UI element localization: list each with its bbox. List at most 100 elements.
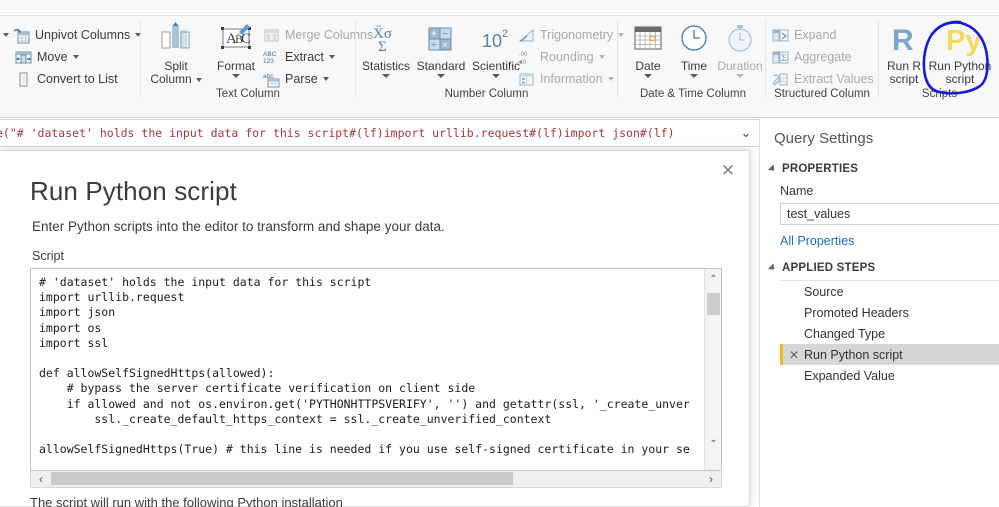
time-caret[interactable] bbox=[690, 74, 698, 78]
formula-bar-expand-chevron-icon[interactable]: ⌄ bbox=[733, 125, 759, 141]
unpivot-columns-button[interactable]: Unpivot Columns bbox=[0, 24, 144, 46]
applied-step-row-changed-type[interactable]: ✕ Changed Type bbox=[780, 323, 999, 344]
trigonometry-label: Trigonometry bbox=[540, 28, 613, 42]
formula-bar-text[interactable]: e("# 'dataset' holds the input data for … bbox=[0, 126, 733, 140]
group-label-scripts: Scripts bbox=[880, 88, 999, 100]
applied-step-run-python-script[interactable]: ✕ Run Python script bbox=[780, 344, 999, 365]
statistics-button[interactable]: X̄σ Σ Statistics bbox=[357, 18, 415, 78]
standard-caret[interactable] bbox=[437, 74, 445, 78]
applied-step-label: Expanded Value bbox=[802, 369, 895, 383]
split-column-icon bbox=[156, 18, 196, 60]
script-editor-horizontal-scrollbar[interactable]: ‹ › bbox=[30, 471, 722, 488]
ribbon-divider-2 bbox=[355, 20, 356, 98]
name-field-label: Name bbox=[760, 181, 999, 201]
ribbon-group-structured-column: Expand Σ Aggregate bbox=[767, 16, 877, 100]
rounding-button[interactable]: .00 .0 Rounding bbox=[515, 46, 608, 68]
expand-label: Expand bbox=[794, 28, 836, 42]
extract-label: Extract bbox=[285, 50, 324, 64]
extract-values-icon bbox=[772, 71, 789, 88]
duration-caret[interactable] bbox=[736, 74, 744, 78]
standard-button[interactable]: + − ÷ × Standard bbox=[412, 18, 470, 78]
scroll-down-icon[interactable]: ⌄ bbox=[705, 431, 722, 448]
collapse-triangle-icon[interactable] bbox=[768, 164, 777, 173]
merge-columns-icon bbox=[263, 27, 280, 44]
format-caret[interactable] bbox=[232, 74, 240, 78]
aggregate-label: Aggregate bbox=[794, 50, 852, 64]
run-python-script-dialog: ✕ Run Python script Enter Python scripts… bbox=[0, 150, 750, 507]
trigonometry-icon bbox=[518, 27, 535, 44]
python-installation-note: The script will run with the following P… bbox=[30, 495, 343, 507]
expand-button[interactable]: Expand bbox=[769, 24, 839, 46]
horizontal-scroll-thumb[interactable] bbox=[51, 472, 513, 485]
dialog-title: Run Python script bbox=[30, 176, 237, 207]
svg-text:÷: ÷ bbox=[431, 40, 437, 51]
unpivot-columns-icon bbox=[13, 27, 30, 44]
formula-bar[interactable]: e("# 'dataset' holds the input data for … bbox=[0, 119, 760, 147]
run-r-script-button[interactable]: R Run R script bbox=[880, 18, 928, 86]
applied-step-source[interactable]: ✕ Source bbox=[780, 281, 999, 302]
split-column-button[interactable]: Split Column bbox=[147, 18, 205, 86]
run-python-script-button[interactable]: Py Run Python script bbox=[924, 18, 996, 86]
applied-steps-list: ✕ Source ✕ Promoted Headers ✕ Changed Ty… bbox=[780, 280, 999, 386]
unpivot-columns-label: Unpivot Columns bbox=[35, 28, 130, 42]
move-caret[interactable] bbox=[73, 55, 79, 59]
rounding-caret[interactable] bbox=[599, 55, 605, 59]
collapse-triangle-icon-steps[interactable] bbox=[768, 263, 777, 272]
move-button[interactable]: Move bbox=[12, 46, 82, 68]
parse-caret[interactable] bbox=[323, 77, 329, 81]
applied-step-row-expanded-value[interactable]: ✕ Expanded Value bbox=[780, 365, 999, 386]
applied-step-expanded-value[interactable]: ✕ Expanded Value bbox=[780, 365, 999, 386]
format-button[interactable]: A B C Format bbox=[207, 18, 265, 78]
convert-to-list-icon bbox=[15, 71, 32, 88]
applied-steps-section-header[interactable]: APPLIED STEPS bbox=[760, 252, 999, 280]
scientific-caret[interactable] bbox=[492, 74, 500, 78]
date-caret[interactable] bbox=[644, 74, 652, 78]
applied-step-changed-type[interactable]: ✕ Changed Type bbox=[780, 323, 999, 344]
delete-step-icon[interactable]: ✕ bbox=[786, 348, 802, 362]
vertical-scroll-thumb[interactable] bbox=[707, 293, 720, 315]
parse-label: Parse bbox=[285, 72, 318, 86]
scroll-up-icon[interactable]: ⌃ bbox=[705, 271, 722, 288]
applied-step-promoted-headers[interactable]: ✕ Promoted Headers bbox=[780, 302, 999, 323]
extract-values-button[interactable]: Extract Values bbox=[769, 68, 877, 90]
scroll-right-icon[interactable]: › bbox=[702, 471, 720, 486]
properties-section-label: PROPERTIES bbox=[782, 163, 858, 175]
close-icon[interactable]: ✕ bbox=[717, 159, 739, 181]
script-editor-vertical-scrollbar[interactable]: ⌃ ⌄ bbox=[704, 269, 721, 470]
ribbon-divider-1 bbox=[140, 20, 141, 98]
query-name-input[interactable]: test_values bbox=[780, 203, 999, 225]
scientific-label: Scientific bbox=[472, 60, 520, 73]
any-column-overflow-caret[interactable] bbox=[3, 33, 9, 37]
rounding-label: Rounding bbox=[540, 50, 594, 64]
svg-text:Σ: Σ bbox=[782, 53, 787, 63]
move-icon bbox=[15, 49, 32, 66]
extract-button[interactable]: ABC 123 Extract bbox=[260, 46, 338, 68]
aggregate-button[interactable]: Σ Aggregate bbox=[769, 46, 855, 68]
parse-button[interactable]: abc Parse bbox=[260, 68, 332, 90]
all-properties-link[interactable]: All Properties bbox=[760, 225, 999, 252]
svg-text:Py: Py bbox=[946, 25, 981, 57]
convert-to-list-button[interactable]: Convert to List bbox=[12, 68, 121, 90]
statistics-label: Statistics bbox=[362, 60, 410, 73]
information-caret[interactable] bbox=[608, 77, 614, 81]
applied-steps-section-label: APPLIED STEPS bbox=[782, 262, 875, 274]
ribbon-divider-4 bbox=[765, 20, 766, 98]
statistics-caret[interactable] bbox=[382, 74, 390, 78]
applied-step-row-promoted-headers[interactable]: ✕ Promoted Headers bbox=[780, 302, 999, 323]
svg-text:2: 2 bbox=[502, 28, 508, 40]
script-editor[interactable]: # 'dataset' holds the input data for thi… bbox=[30, 268, 722, 471]
properties-section-header[interactable]: PROPERTIES bbox=[760, 157, 999, 181]
duration-button[interactable]: Duration bbox=[711, 18, 769, 78]
information-button[interactable]: Information bbox=[515, 68, 617, 90]
split-column-label-2: Column bbox=[150, 73, 191, 86]
python-logo-icon: Py bbox=[938, 18, 982, 60]
script-editor-text[interactable]: # 'dataset' holds the input data for thi… bbox=[39, 275, 711, 457]
extract-caret[interactable] bbox=[329, 55, 335, 59]
applied-step-row-source[interactable]: ✕ Source bbox=[780, 281, 999, 302]
svg-text:×: × bbox=[442, 40, 448, 51]
rounding-icon: .00 .0 bbox=[518, 49, 535, 66]
split-column-caret[interactable] bbox=[196, 78, 202, 82]
applied-step-row-run-python-script[interactable]: ✕ Run Python script bbox=[780, 344, 999, 365]
trigonometry-button[interactable]: Trigonometry bbox=[515, 24, 627, 46]
scroll-left-icon[interactable]: ‹ bbox=[32, 471, 50, 486]
